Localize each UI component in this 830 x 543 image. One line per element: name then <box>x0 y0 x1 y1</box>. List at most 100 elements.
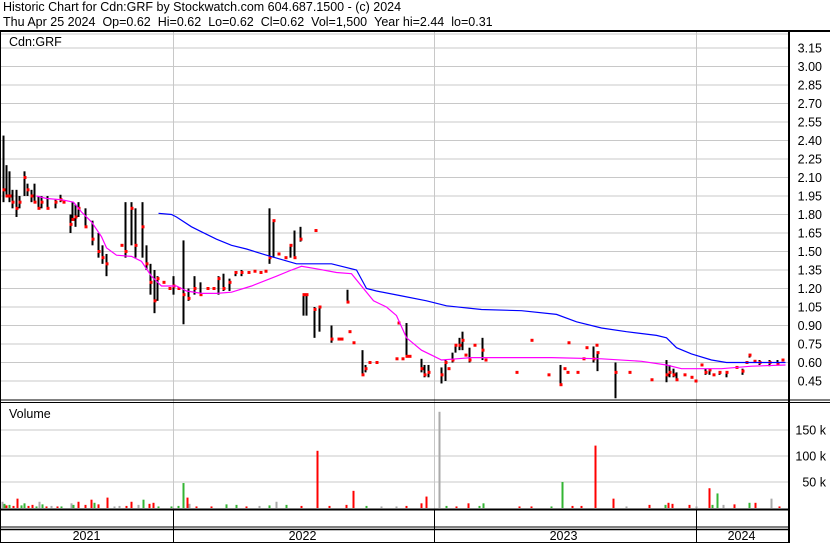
price-bar <box>293 230 296 258</box>
volume-bar <box>667 502 670 508</box>
close-dot <box>313 307 317 311</box>
volume-bar <box>268 505 271 508</box>
grid-lines <box>1 31 789 543</box>
close-dot <box>375 361 379 364</box>
close-dot <box>741 369 745 373</box>
price-bar <box>405 323 408 357</box>
volume-bar <box>23 503 26 508</box>
close-dot <box>461 338 465 342</box>
close-dot <box>253 269 257 273</box>
close-dot <box>5 194 9 198</box>
volume-bar <box>352 490 355 508</box>
volume-tick-label: 50 k <box>802 476 826 490</box>
close-dot <box>240 270 244 274</box>
price-bar <box>37 196 40 209</box>
close-dot <box>299 237 303 241</box>
volume-bar <box>518 506 521 508</box>
price-bar <box>8 171 11 203</box>
close-dot <box>18 200 22 204</box>
volume-bar <box>118 505 121 508</box>
volume-bar <box>31 504 34 508</box>
volume-bar <box>275 501 278 508</box>
close-dot <box>134 243 138 247</box>
close-dot <box>725 370 729 374</box>
close-dot <box>293 256 297 260</box>
close-dot <box>423 373 427 377</box>
volume-bar <box>594 445 597 508</box>
price-tick-label: 1.65 <box>798 227 822 241</box>
volume-bar <box>27 505 30 508</box>
close-dot <box>668 370 672 374</box>
volume-bar <box>365 505 368 508</box>
volume-bar <box>420 503 423 508</box>
close-dot <box>361 373 365 377</box>
volume-bar <box>16 498 19 508</box>
close-dot <box>141 225 145 229</box>
price-tick-label: 2.70 <box>798 97 822 111</box>
volume-bar <box>455 506 458 508</box>
close-dot <box>11 200 15 204</box>
close-dot <box>15 206 19 210</box>
close-dot <box>563 367 567 371</box>
price-bar <box>141 202 144 258</box>
close-dot <box>71 217 75 221</box>
volume-bar <box>1 501 4 508</box>
price-bar <box>302 293 305 316</box>
price-bar <box>101 245 104 264</box>
close-dot <box>162 280 166 284</box>
close-dot <box>420 367 424 371</box>
price-bar <box>71 202 74 221</box>
price-bar <box>182 240 185 325</box>
close-dot <box>23 176 27 179</box>
close-dot <box>30 194 34 198</box>
volume-bar <box>722 504 725 508</box>
close-dot <box>346 300 350 304</box>
close-dot <box>69 222 73 226</box>
close-dot <box>484 358 488 362</box>
volume-bar <box>285 504 288 508</box>
volume-bar <box>12 505 15 508</box>
price-bar <box>33 183 36 203</box>
volume-bar <box>300 505 303 508</box>
close-dot <box>314 229 318 233</box>
volume-bar <box>467 503 470 508</box>
price-bar <box>46 196 49 209</box>
volume-bar <box>482 503 485 508</box>
volume-bar <box>38 501 41 508</box>
volume-bar <box>612 498 615 508</box>
volume-bar <box>664 504 667 508</box>
close-dot <box>595 343 599 347</box>
close-dot <box>212 287 216 290</box>
close-dot <box>700 363 704 367</box>
chart-frame <box>0 30 830 543</box>
close-dot <box>40 200 44 204</box>
year-label-2022: 2022 <box>289 529 317 543</box>
close-dot <box>305 293 309 297</box>
close-dot <box>318 305 322 309</box>
close-dot <box>408 354 412 358</box>
price-bar <box>361 350 364 375</box>
close-dot <box>222 287 226 290</box>
volume-bar <box>186 497 189 508</box>
close-dot <box>718 370 722 374</box>
close-dot <box>330 337 334 341</box>
volume-bar <box>97 504 100 508</box>
close-dot <box>272 219 276 223</box>
volume-bar <box>711 504 714 508</box>
close-dot <box>120 243 124 247</box>
close-dot <box>596 351 600 355</box>
close-dot <box>91 237 95 241</box>
close-dot <box>264 269 268 273</box>
close-dot <box>650 378 654 382</box>
close-dot <box>101 256 105 260</box>
close-dot <box>690 375 694 379</box>
volume-bar <box>380 506 383 508</box>
price-tick-label: 1.95 <box>798 190 822 204</box>
close-dot <box>217 277 221 281</box>
close-dot <box>614 370 618 374</box>
close-dot <box>405 354 409 358</box>
volume-bar <box>395 506 398 508</box>
close-dot <box>704 370 708 374</box>
volume-bar <box>770 498 773 508</box>
price-tick-label: 2.25 <box>798 153 822 167</box>
